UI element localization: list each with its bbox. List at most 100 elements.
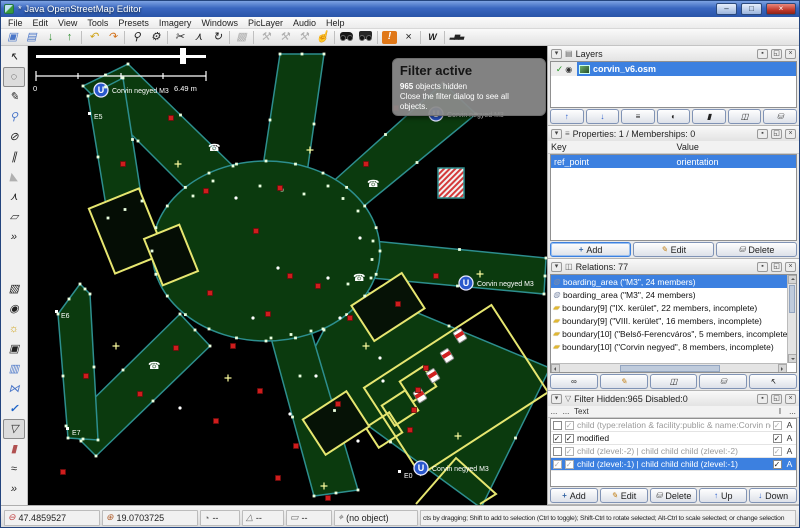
draw-node-tool-button[interactable]: ✎ [3,87,25,107]
download-data-button[interactable]: ↓ [41,30,60,45]
menu-imagery[interactable]: Imagery [154,18,197,28]
relation-row[interactable]: ▰boundary[10] ("Corvin negyed", 8 member… [551,340,787,353]
collapse-panel-button[interactable]: ▾ [551,262,562,272]
collapse-panel-button[interactable]: ▾ [551,49,562,59]
horizontal-scrollbar[interactable] [551,363,787,372]
delete-button[interactable]: × [399,30,418,45]
split-way-button[interactable]: ✂ [170,30,189,45]
plugin-blank-button[interactable]: ▩ [232,30,251,45]
menu-file[interactable]: File [3,18,28,28]
menu-audio[interactable]: Audio [288,18,321,28]
parallel-way-tool-button[interactable]: ∥ [3,147,25,167]
photos-toggle-button[interactable]: ▣ [3,339,25,359]
dock-panel-button[interactable]: ◱ [771,49,782,59]
inverted-checkbox[interactable]: ✓ [773,434,782,443]
collapse-panel-button[interactable]: ▾ [551,394,562,404]
lasso-tool-button[interactable]: ◌ [3,67,25,87]
close-button[interactable]: × [766,3,796,15]
sticky-panel-button[interactable]: ▪ [757,49,768,59]
zoom-tool-button[interactable]: ⚲ [3,107,25,127]
layer-row[interactable]: ✓ ◉ corvin_v6.osm [551,62,796,76]
scrollbar-thumb[interactable] [620,365,720,372]
follow-line-button[interactable]: ☝ [313,30,332,45]
map-canvas[interactable]: 0 6.49 m U Corvin negyed M3 U Corvin neg… [28,46,547,505]
menu-piclayer[interactable]: PicLayer [243,18,288,28]
relations-toggle-button[interactable]: ◉ [3,299,25,319]
measurement-toggle-button[interactable]: ≈ [3,459,25,479]
open-file-button[interactable]: ▣ [3,30,22,45]
dock-panel-button[interactable]: ◱ [771,262,782,272]
filter-row[interactable]: ✓ child (type:relation & facility:public… [551,419,796,432]
maximize-button[interactable]: □ [741,3,762,15]
relation-list[interactable]: ◍boarding_area ("M3", 24 members) ◍board… [550,274,797,373]
edit-filter-button[interactable]: ✎Edit [600,488,648,503]
dock-panel-button[interactable]: ◱ [771,394,782,404]
relation-row[interactable]: ◍boarding_area ("M3", 24 members) [551,288,787,301]
filter-row[interactable]: ✓ child (zlevel:-2) | child child child … [551,445,796,458]
upload-data-button[interactable]: ↑ [60,30,79,45]
enabled-checkbox[interactable] [553,421,562,430]
add-property-button[interactable]: +Add [550,242,631,257]
delete-property-button[interactable]: ⛁Delete [716,242,797,257]
duplicate-layer-button[interactable]: ◫ [728,109,762,124]
scroll-right-arrow-icon[interactable] [778,364,787,373]
relation-row[interactable]: ◍boarding_area ("M3", 24 members) [551,275,787,288]
hiding-checkbox[interactable]: ✓ [565,447,574,456]
edit-property-button[interactable]: ✎Edit [633,242,714,257]
conflict-toggle-button[interactable]: ⋈ [3,379,25,399]
layer-active-check-icon[interactable]: ✓ [556,64,564,75]
sticky-panel-button[interactable]: ▪ [757,262,768,272]
collapse-panel-button[interactable]: ▾ [551,129,562,139]
delete-filter-button[interactable]: ⛁Delete [650,488,698,503]
layer-list[interactable]: ✓ ◉ corvin_v6.osm [550,61,797,108]
disabled-tool-button-2[interactable]: ⚒ [275,30,294,45]
disabled-tool-button-3[interactable]: ⚒ [294,30,313,45]
histogram-button[interactable]: ▂▅▃ [447,30,466,45]
select-relation-members-button[interactable]: ↖ [749,374,797,389]
menu-view[interactable]: View [53,18,82,28]
zoom-slider[interactable] [36,48,206,64]
vertical-scrollbar[interactable] [787,275,796,363]
routing-car-button[interactable] [337,30,356,45]
more-tools-bottom-button[interactable]: » [3,479,25,499]
delete-tool-button[interactable]: ⊘ [3,127,25,147]
tags-toggle-button[interactable]: ▧ [3,279,25,299]
add-filter-button[interactable]: +Add [550,488,598,503]
filter-row[interactable]: ✓ ✓ modified ✓ A [551,432,796,445]
filter-toggle-button[interactable]: ▽ [3,419,25,439]
select-tool-button[interactable]: ↖ [3,47,25,67]
inverted-checkbox[interactable]: ✓ [773,447,782,456]
undo-button[interactable]: ↶ [84,30,103,45]
minimize-button[interactable]: – [716,3,737,15]
relation-row[interactable]: ▰boundary[9] ("IX. kerület", 22 members,… [551,301,787,314]
scroll-up-arrow-icon[interactable] [788,275,797,284]
layer-opacity-button[interactable]: ◐ [657,109,691,124]
routing-bus-button[interactable] [356,30,375,45]
preferences-button[interactable]: ⚙ [146,30,165,45]
scrollbar-thumb[interactable] [789,285,795,313]
disabled-tool-button-1[interactable]: ⚒ [256,30,275,45]
menu-windows[interactable]: Windows [196,18,243,28]
redo-button[interactable]: ↷ [103,30,122,45]
sticky-panel-button[interactable]: ▪ [757,394,768,404]
station-hall-ways[interactable] [58,54,547,505]
print-toggle-button[interactable]: ▥ [3,359,25,379]
update-data-button[interactable]: ↻ [208,30,227,45]
inverted-checkbox[interactable]: ✓ [773,460,782,469]
relation-row[interactable]: ▰boundary[9] ("VIII. kerület", 16 member… [551,314,787,327]
menu-tools[interactable]: Tools [82,18,113,28]
scroll-down-arrow-icon[interactable] [788,354,797,363]
enabled-checkbox[interactable]: ✓ [553,434,562,443]
validator-toggle-button[interactable]: ✓ [3,399,25,419]
zoom-to-selection-button[interactable]: ⚲ [127,30,146,45]
edit-relation-button[interactable]: ✎ [600,374,648,389]
relation-row[interactable]: ▰boundary[10] ("Belső-Ferencváros", 5 me… [551,327,787,340]
move-layer-up-button[interactable]: ↑ [550,109,584,124]
sticky-panel-button[interactable]: ▪ [757,129,768,139]
enabled-checkbox[interactable] [553,447,562,456]
dock-panel-button[interactable]: ◱ [771,129,782,139]
close-panel-button[interactable]: × [785,262,796,272]
enabled-checkbox[interactable]: ✓ [553,460,562,469]
inverted-checkbox[interactable]: ✓ [773,421,782,430]
close-panel-button[interactable]: × [785,49,796,59]
